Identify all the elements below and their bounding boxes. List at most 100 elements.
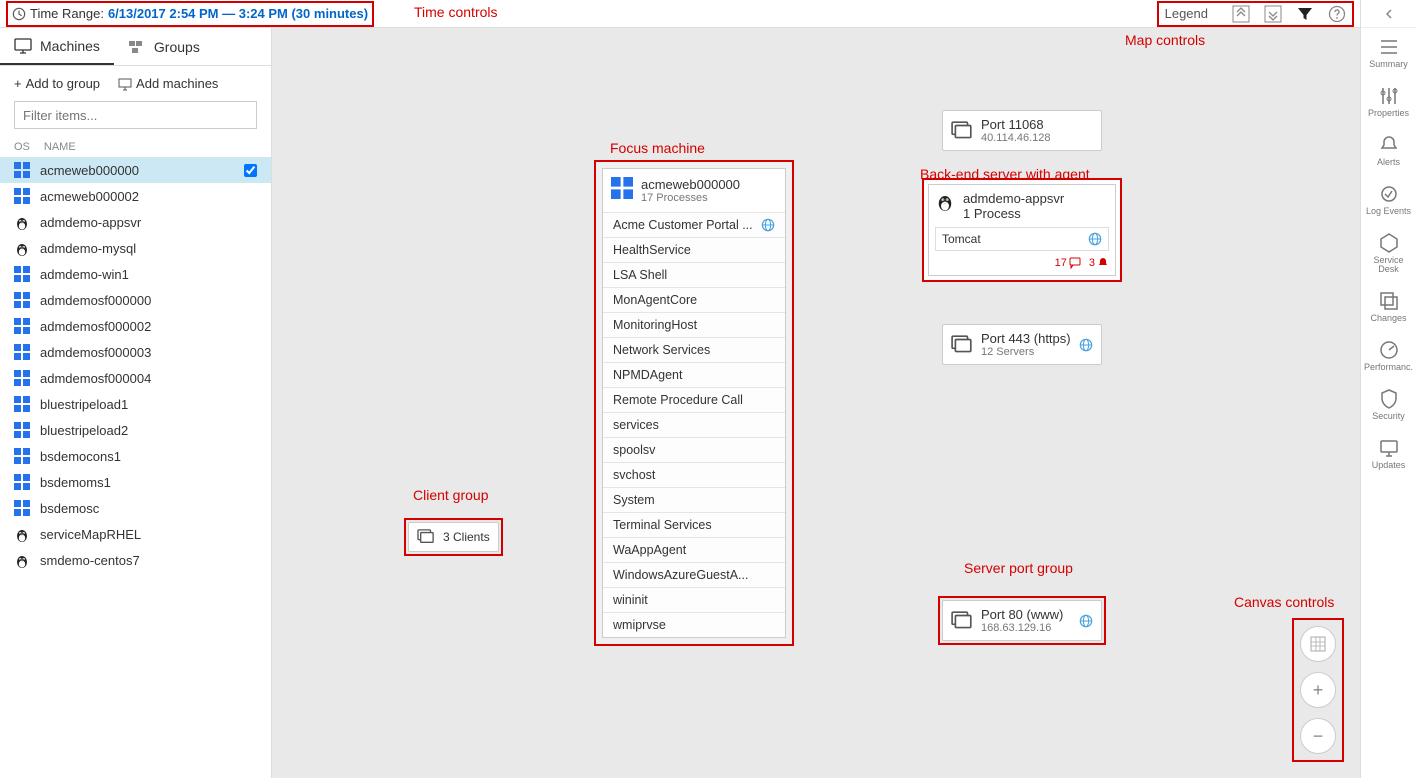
machine-name: bsdemosc bbox=[40, 501, 99, 516]
rail-item-updates[interactable]: Updates bbox=[1361, 429, 1416, 478]
process-list: Acme Customer Portal ...HealthServiceLSA… bbox=[603, 212, 785, 637]
machine-row[interactable]: bsdemocons1 bbox=[0, 443, 271, 469]
process-row[interactable]: NPMDAgent bbox=[603, 362, 785, 387]
rail-label: Summary bbox=[1369, 60, 1408, 69]
map-canvas[interactable]: 3 Clients acmeweb000000 17 Processes Acm… bbox=[272, 28, 1360, 778]
rail-item-performanc-[interactable]: Performanc. bbox=[1361, 331, 1416, 380]
rail-item-alerts[interactable]: Alerts bbox=[1361, 126, 1416, 175]
add-to-group-button[interactable]: +Add to group bbox=[14, 76, 100, 91]
windows-icon bbox=[14, 396, 30, 412]
port-11068-node[interactable]: Port 11068 40.114.46.128 bbox=[942, 110, 1102, 151]
process-row[interactable]: wininit bbox=[603, 587, 785, 612]
process-row[interactable]: HealthService bbox=[603, 237, 785, 262]
process-row[interactable]: Network Services bbox=[603, 337, 785, 362]
machine-row[interactable]: bluestripeload1 bbox=[0, 391, 271, 417]
process-row[interactable]: LSA Shell bbox=[603, 262, 785, 287]
monitor-icon bbox=[14, 37, 32, 55]
top-bar: Time Range: 6/13/2017 2:54 PM — 3:24 PM … bbox=[0, 0, 1360, 28]
filter-icon[interactable] bbox=[1296, 5, 1314, 23]
rail-item-properties[interactable]: Properties bbox=[1361, 77, 1416, 126]
port-11068-title: Port 11068 bbox=[981, 117, 1051, 132]
port-443-node[interactable]: Port 443 (https) 12 Servers bbox=[942, 324, 1102, 365]
port-443-title: Port 443 (https) bbox=[981, 331, 1071, 346]
process-row[interactable]: services bbox=[603, 412, 785, 437]
port-80-title: Port 80 (www) bbox=[981, 607, 1071, 622]
process-row[interactable]: MonAgentCore bbox=[603, 287, 785, 312]
agent-badge-bell[interactable]: 3 bbox=[1089, 257, 1109, 269]
collapse-all-icon[interactable] bbox=[1232, 5, 1250, 23]
linux-icon bbox=[14, 552, 30, 568]
machine-row[interactable]: acmeweb000000 bbox=[0, 157, 271, 183]
tab-groups[interactable]: Groups bbox=[114, 28, 214, 65]
zoom-out-button[interactable]: − bbox=[1300, 718, 1336, 754]
windows-icon bbox=[611, 177, 633, 199]
windows-icon bbox=[14, 162, 30, 178]
rail-item-service-desk[interactable]: Service Desk bbox=[1361, 224, 1416, 282]
agent-server-card: admdemo-appsvr 1 Process Tomcat 17 3 bbox=[922, 178, 1122, 282]
rail-item-summary[interactable]: Summary bbox=[1361, 28, 1416, 77]
port-80-node[interactable]: Port 80 (www) 168.63.129.16 bbox=[942, 600, 1102, 641]
legend-label[interactable]: Legend bbox=[1165, 6, 1208, 21]
sidebar: Machines Groups +Add to group Add machin… bbox=[0, 28, 272, 778]
machine-checkbox[interactable] bbox=[244, 164, 257, 177]
rail-item-log-events[interactable]: Log Events bbox=[1361, 175, 1416, 224]
process-name: services bbox=[613, 418, 659, 432]
process-row[interactable]: wmiprvse bbox=[603, 612, 785, 637]
client-group-node[interactable]: 3 Clients bbox=[408, 522, 499, 552]
rail-label: Alerts bbox=[1377, 158, 1400, 167]
agent-process-row[interactable]: Tomcat bbox=[935, 227, 1109, 251]
zoom-fit-button[interactable] bbox=[1300, 626, 1336, 662]
monitor-plus-icon bbox=[118, 77, 132, 91]
rail-item-changes[interactable]: Changes bbox=[1361, 282, 1416, 331]
machine-row[interactable]: admdemo-win1 bbox=[0, 261, 271, 287]
agent-header[interactable]: admdemo-appsvr 1 Process bbox=[935, 191, 1109, 221]
port-80-box: Port 80 (www) 168.63.129.16 bbox=[938, 596, 1106, 645]
machine-row[interactable]: admdemosf000000 bbox=[0, 287, 271, 313]
machine-row[interactable]: bluestripeload2 bbox=[0, 417, 271, 443]
list-icon bbox=[1378, 36, 1400, 58]
agent-badge-chat[interactable]: 17 bbox=[1055, 257, 1081, 269]
filter-input[interactable] bbox=[14, 101, 257, 129]
machine-row[interactable]: acmeweb000002 bbox=[0, 183, 271, 209]
process-row[interactable]: WaAppAgent bbox=[603, 537, 785, 562]
add-machines-button[interactable]: Add machines bbox=[118, 76, 218, 91]
help-icon[interactable] bbox=[1328, 5, 1346, 23]
machine-list: acmeweb000000 acmeweb000002 admdemo-appsvr… bbox=[0, 157, 271, 778]
machine-row[interactable]: bsdemosc bbox=[0, 495, 271, 521]
machine-row[interactable]: bsdemoms1 bbox=[0, 469, 271, 495]
process-row[interactable]: MonitoringHost bbox=[603, 312, 785, 337]
time-range-control[interactable]: Time Range: 6/13/2017 2:54 PM — 3:24 PM … bbox=[6, 1, 374, 27]
process-row[interactable]: WindowsAzureGuestA... bbox=[603, 562, 785, 587]
machine-name: acmeweb000002 bbox=[40, 189, 139, 204]
process-row[interactable]: System bbox=[603, 487, 785, 512]
rail-collapse-button[interactable] bbox=[1361, 0, 1416, 28]
clock-icon bbox=[12, 7, 26, 21]
expand-all-icon[interactable] bbox=[1264, 5, 1282, 23]
machine-row[interactable]: admdemosf000002 bbox=[0, 313, 271, 339]
process-row[interactable]: spoolsv bbox=[603, 437, 785, 462]
agent-process-name: Tomcat bbox=[942, 232, 981, 246]
rail-item-security[interactable]: Security bbox=[1361, 380, 1416, 429]
process-name: MonAgentCore bbox=[613, 293, 697, 307]
process-row[interactable]: Terminal Services bbox=[603, 512, 785, 537]
process-row[interactable]: svchost bbox=[603, 462, 785, 487]
focus-machine-card: acmeweb000000 17 Processes Acme Customer… bbox=[594, 160, 794, 646]
machine-row[interactable]: admdemo-appsvr bbox=[0, 209, 271, 235]
machine-row[interactable]: admdemosf000003 bbox=[0, 339, 271, 365]
rail-label: Performanc. bbox=[1364, 363, 1413, 372]
machine-row[interactable]: admdemosf000004 bbox=[0, 365, 271, 391]
zoom-in-button[interactable]: + bbox=[1300, 672, 1336, 708]
process-row[interactable]: Remote Procedure Call bbox=[603, 387, 785, 412]
machine-row[interactable]: smdemo-centos7 bbox=[0, 547, 271, 573]
machine-row[interactable]: admdemo-mysql bbox=[0, 235, 271, 261]
sliders-icon bbox=[1378, 85, 1400, 107]
focus-header[interactable]: acmeweb000000 17 Processes bbox=[603, 169, 785, 212]
focus-machine-sub: 17 Processes bbox=[641, 192, 740, 204]
right-rail: Summary Properties Alerts Log EventsService… bbox=[1360, 0, 1416, 778]
windows-icon bbox=[14, 448, 30, 464]
machine-row[interactable]: serviceMapRHEL bbox=[0, 521, 271, 547]
client-group-label: 3 Clients bbox=[443, 530, 490, 544]
monitor-icon bbox=[1378, 437, 1400, 459]
tab-machines[interactable]: Machines bbox=[0, 28, 114, 65]
process-row[interactable]: Acme Customer Portal ... bbox=[603, 212, 785, 237]
